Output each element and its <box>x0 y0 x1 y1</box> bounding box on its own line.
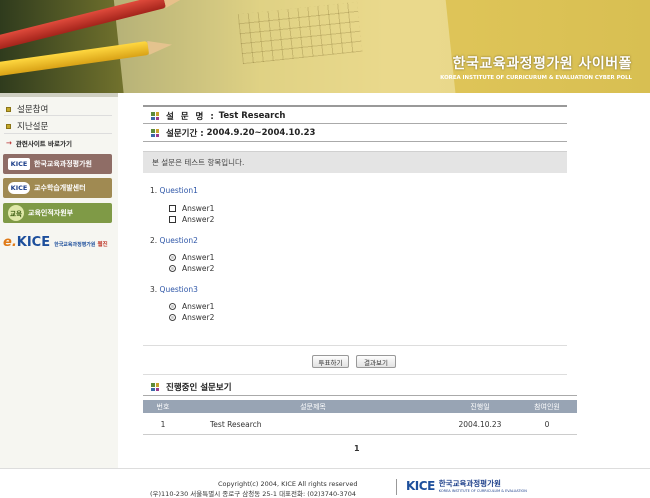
column-header: 참여인원 <box>534 402 560 411</box>
square-bullet-icon <box>6 106 11 112</box>
question-2: 2. Question2 <box>150 236 198 245</box>
column-header: 설문제목 <box>300 402 326 411</box>
view-results-button[interactable]: 결과보기 <box>356 355 396 368</box>
arrow-right-icon: → <box>6 139 12 147</box>
survey-name: Test Research <box>218 111 286 121</box>
answer-option[interactable]: Answer1 <box>169 253 214 262</box>
divider <box>143 141 567 142</box>
divider <box>143 345 567 346</box>
question-1: 1. Question1 <box>150 186 198 195</box>
survey-period-row: 설문기간 : 2004.9.20~2004.10.23 <box>151 127 315 139</box>
answer-option[interactable]: Answer1 <box>169 302 214 311</box>
sidebar-item-label: 설문참여 <box>17 105 49 115</box>
answer-option[interactable]: Answer2 <box>169 264 214 273</box>
sidebar-item-poll[interactable]: 설문참여 <box>6 103 48 115</box>
divider <box>4 115 112 116</box>
kice-footer-logo: KICE 한국교육과정평가원 KOREA INSTITUTE OF CURRIC… <box>406 478 527 494</box>
kice-logo: KICE <box>8 158 30 170</box>
ministry-logo: 교육 <box>8 205 24 221</box>
ongoing-title: 진행중인 설문보기 <box>166 383 232 393</box>
question-title: Question2 <box>159 236 198 245</box>
answer-option[interactable]: Answer1 <box>169 204 214 213</box>
divider <box>396 479 397 495</box>
divider <box>4 133 112 134</box>
checkbox[interactable] <box>169 205 176 212</box>
link-ekice-webzine[interactable]: e. KICE 한국교육과정평가원 웹진 <box>3 235 108 250</box>
pagination-page-1[interactable]: 1 <box>354 444 360 453</box>
answer-option[interactable]: Answer2 <box>169 313 214 322</box>
question-title: Question3 <box>159 285 198 294</box>
divider <box>143 374 567 375</box>
divider <box>143 105 567 107</box>
vote-button[interactable]: 투표하기 <box>312 355 349 368</box>
copyright-text: Copyright(c) 2004, KICE All rights reser… <box>218 480 358 488</box>
sidebar-item-label: 지난설문 <box>17 122 49 132</box>
sidebar-item-past-polls[interactable]: 지난설문 <box>6 120 48 132</box>
site-subtitle: KOREA INSTITUTE OF CURRICURUM & EVALUATI… <box>440 75 632 81</box>
column-header: 진행일 <box>470 402 490 411</box>
link-label: 교육인적자원부 <box>28 209 74 217</box>
column-header: 번호 <box>156 402 170 411</box>
link-teaching-center[interactable]: KICE 교수학습개발센터 <box>3 178 112 198</box>
question-3: 3. Question3 <box>150 285 198 294</box>
question-title: Question1 <box>159 186 198 195</box>
radio-button[interactable] <box>169 314 176 321</box>
answer-option[interactable]: Answer2 <box>169 215 214 224</box>
cell-title-link[interactable]: Test Research <box>183 417 443 431</box>
checkbox[interactable] <box>169 216 176 223</box>
divider <box>143 434 577 435</box>
cell-number: 1 <box>160 419 166 429</box>
address-text: (우)110-230 서울특별시 종로구 삼청동 25-1 대표전화: (02)… <box>150 490 357 498</box>
radio-button[interactable] <box>169 254 176 261</box>
survey-name-row: 설 문 명 : Test Research <box>151 110 285 122</box>
divider <box>143 123 567 124</box>
site-title: 한국교육과정평가원 사이버폴 <box>452 56 632 72</box>
link-label: 교수학습개발센터 <box>34 184 86 192</box>
cell-count: 0 <box>544 419 550 429</box>
cell-date: 2004.10.23 <box>458 419 502 429</box>
link-kice[interactable]: KICE 한국교육과정평가원 <box>3 154 112 174</box>
ongoing-title-row: 진행중인 설문보기 <box>151 381 232 393</box>
grid-squares-icon <box>151 383 159 391</box>
sidebar: 설문참여 지난설문 → 관련사이트 바로가기 KICE 한국교육과정평가원 KI… <box>0 93 118 468</box>
divider <box>143 395 577 396</box>
kice-logo: KICE <box>8 182 30 194</box>
related-sites-label: → 관련사이트 바로가기 <box>6 139 72 148</box>
grid-squares-icon <box>151 112 159 120</box>
survey-intro: 본 설문은 테스트 항목입니다. <box>143 151 567 173</box>
radio-button[interactable] <box>169 265 176 272</box>
table-header: 번호 설문제목 진행일 참여인원 <box>143 400 577 413</box>
link-ministry[interactable]: 교육 교육인적자원부 <box>3 203 112 223</box>
survey-period: 2004.9.20~2004.10.23 <box>206 128 316 138</box>
grid-squares-icon <box>151 129 159 137</box>
footer: Copyright(c) 2004, KICE All rights reser… <box>0 468 650 498</box>
link-label: 한국교육과정평가원 <box>34 160 92 168</box>
square-bullet-icon <box>6 123 11 129</box>
header-banner: 한국교육과정평가원 사이버폴 KOREA INSTITUTE OF CURRIC… <box>0 0 650 93</box>
radio-button[interactable] <box>169 303 176 310</box>
main-content: 설 문 명 : Test Research 설문기간 : 2004.9.20~2… <box>118 93 650 468</box>
sidebar-top-line <box>0 93 118 97</box>
table-row[interactable]: 1 Test Research 2004.10.23 0 <box>143 417 577 431</box>
